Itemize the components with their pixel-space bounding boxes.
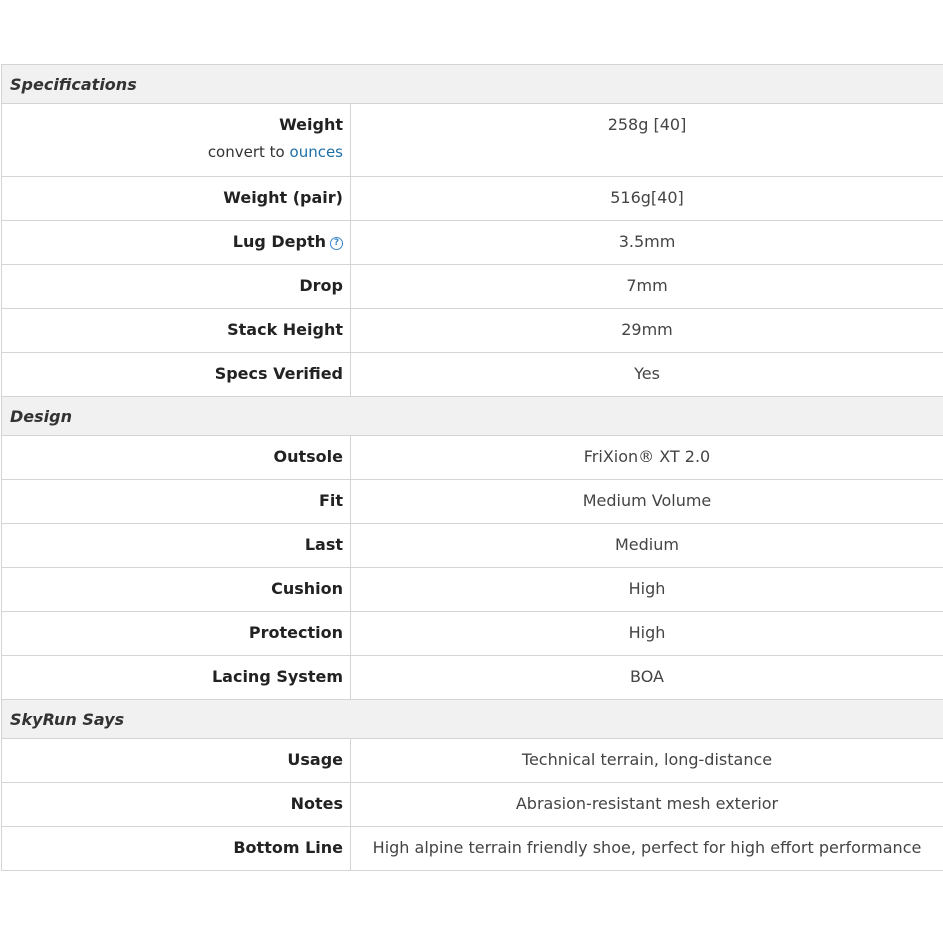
spec-value-stack-height: 29mm	[621, 320, 673, 339]
spec-label-weight-pair: Weight (pair)	[2, 177, 351, 220]
help-icon[interactable]: ?	[330, 237, 343, 250]
spec-label-outsole: Outsole	[2, 436, 351, 479]
spec-row-protection: Protection High	[2, 612, 943, 656]
spec-value-drop: 7mm	[626, 276, 668, 295]
spec-row-specs-verified: Specs Verified Yes	[2, 353, 943, 397]
spec-value-specs-verified: Yes	[634, 364, 660, 383]
spec-value-outsole: FriXion® XT 2.0	[583, 447, 711, 466]
spec-label-fit: Fit	[2, 480, 351, 523]
spec-row-lacing-system: Lacing System BOA	[2, 656, 943, 700]
spec-label-lug-depth: Lug Depth	[232, 232, 326, 251]
section-header-specifications: Specifications	[2, 65, 943, 104]
spec-value-last: Medium	[615, 535, 679, 554]
spec-value-usage: Technical terrain, long-distance	[521, 750, 773, 769]
spec-row-last: Last Medium	[2, 524, 943, 568]
spec-label-stack-height: Stack Height	[2, 309, 351, 352]
spec-label-lacing-system: Lacing System	[2, 656, 351, 699]
spec-row-bottom-line: Bottom Line High alpine terrain friendly…	[2, 827, 943, 871]
spec-row-outsole: Outsole FriXion® XT 2.0	[2, 436, 943, 480]
spec-value-weight-pair: 516g[40]	[610, 188, 684, 207]
convert-prefix: convert to	[207, 143, 285, 161]
spec-label-cell: Weight convert to ounces	[2, 104, 351, 176]
spec-value-lug-depth: 3.5mm	[618, 232, 676, 251]
spec-value-fit: Medium Volume	[582, 491, 712, 510]
spec-label-protection: Protection	[2, 612, 351, 655]
section-header-design: Design	[2, 397, 943, 436]
spec-label-last: Last	[2, 524, 351, 567]
spec-label-notes: Notes	[2, 783, 351, 826]
spec-label-drop: Drop	[2, 265, 351, 308]
spec-value-cushion: High	[628, 579, 666, 598]
spec-label-cushion: Cushion	[2, 568, 351, 611]
spec-row-drop: Drop 7mm	[2, 265, 943, 309]
spec-value-notes: Abrasion-resistant mesh exterior	[515, 794, 779, 813]
convert-to-ounces-link[interactable]: ounces	[290, 143, 343, 161]
spec-value-bottom-line: High alpine terrain friendly shoe, perfe…	[372, 838, 922, 857]
spec-row-lug-depth: Lug Depth? 3.5mm	[2, 221, 943, 265]
spec-value-lacing-system: BOA	[630, 667, 664, 686]
spec-label-bottom-line: Bottom Line	[2, 827, 351, 870]
spec-row-weight-pair: Weight (pair) 516g[40]	[2, 177, 943, 221]
spec-row-fit: Fit Medium Volume	[2, 480, 943, 524]
spec-value-weight: 258g [40]	[607, 115, 687, 134]
spec-row-notes: Notes Abrasion-resistant mesh exterior	[2, 783, 943, 827]
section-header-skyrun-says: SkyRun Says	[2, 700, 943, 739]
spec-label-specs-verified: Specs Verified	[2, 353, 351, 396]
spec-label-weight: Weight	[279, 115, 343, 134]
spec-row-cushion: Cushion High	[2, 568, 943, 612]
spec-label-cell-lug-depth: Lug Depth?	[2, 221, 351, 264]
convert-line: convert to ounces	[2, 143, 343, 161]
specs-table: Specifications Weight convert to ounces …	[1, 64, 943, 871]
spec-value-protection: High	[628, 623, 666, 642]
spec-row-weight: Weight convert to ounces 258g [40]	[2, 104, 943, 177]
spec-label-usage: Usage	[2, 739, 351, 782]
spec-row-stack-height: Stack Height 29mm	[2, 309, 943, 353]
spec-row-usage: Usage Technical terrain, long-distance	[2, 739, 943, 783]
